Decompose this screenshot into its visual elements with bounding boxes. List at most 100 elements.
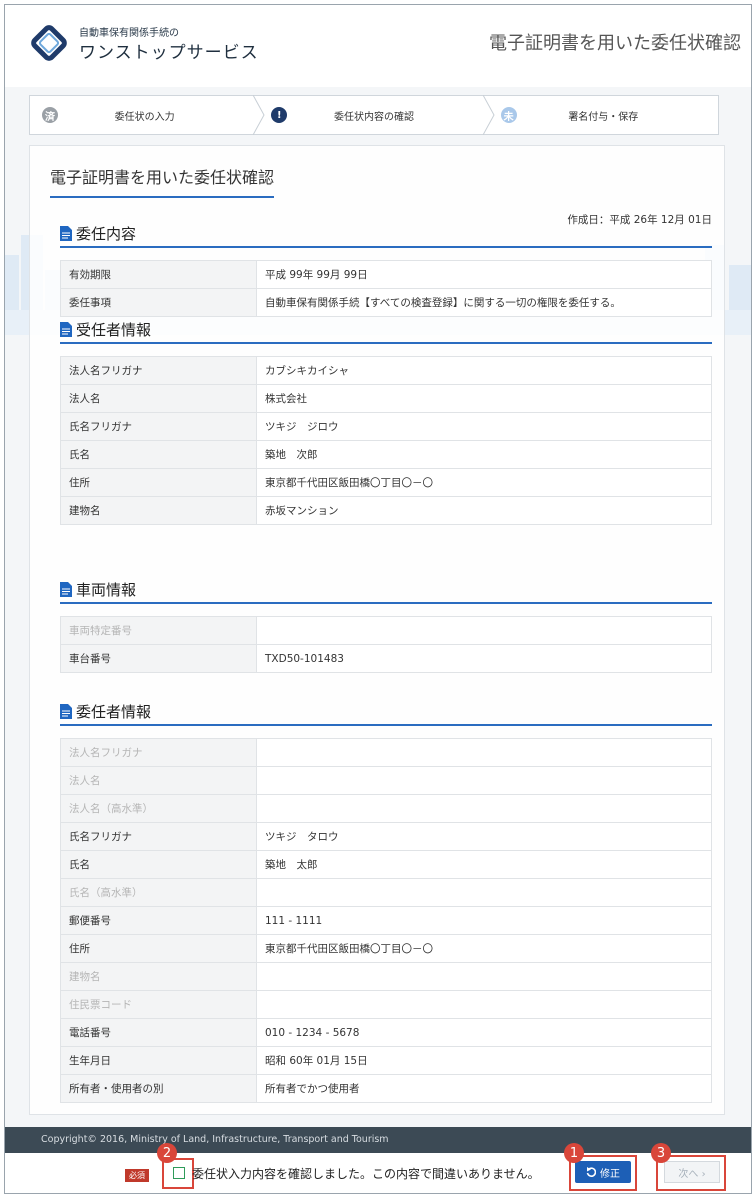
- row-value: 平成 99年 99月 99日: [256, 260, 712, 289]
- row-value: [256, 962, 712, 991]
- section-principal: 委任者情報 法人名フリガナ 法人名 法人名（高水準） 氏名フリガナ ツキジ タロウ…: [60, 698, 712, 1103]
- step-label: 署名付与・保存: [568, 111, 639, 123]
- step-sign: 未 署名付与・保存: [489, 96, 718, 134]
- row-value: [256, 990, 712, 1019]
- page-frame: 自動車保有関係手続の ワンストップサービス 電子証明書を用いた委任状確認 済 委…: [4, 4, 752, 1194]
- row-value: 010 - 1234 - 5678: [256, 1018, 712, 1047]
- row-label: 法人名: [60, 766, 257, 795]
- table-row: 氏名フリガナ ツキジ ジロウ: [60, 412, 712, 441]
- row-value: [256, 794, 712, 823]
- panel-title: 電子証明書を用いた委任状確認: [50, 164, 275, 198]
- table-row: 法人名フリガナ カブシキカイシャ: [60, 356, 712, 385]
- row-label: 建物名: [60, 496, 257, 525]
- required-badge: 必須: [125, 1169, 149, 1182]
- table-row: 氏名（高水準）: [60, 878, 712, 907]
- row-label: 法人名（高水準）: [60, 794, 257, 823]
- step-input: 済 委任状の入力: [30, 95, 265, 135]
- row-value: [256, 738, 712, 767]
- document-icon: [60, 703, 72, 719]
- table-row: 氏名フリガナ ツキジ タロウ: [60, 822, 712, 851]
- confirm-checkbox[interactable]: [173, 1167, 185, 1179]
- table-row: 所有者・使用者の別 所有者でかつ使用者: [60, 1074, 712, 1103]
- table-row: 車台番号 TXD50-101483: [60, 644, 712, 673]
- footer-copyright: Copyright© 2016, Ministry of Land, Infra…: [5, 1127, 751, 1153]
- annotation-badge-1: 1: [564, 1143, 584, 1163]
- logo-subtitle: 自動車保有関係手続の: [79, 28, 179, 39]
- vehicle-table: 車両特定番号 車台番号 TXD50-101483: [60, 616, 712, 673]
- row-label: 生年月日: [60, 1046, 257, 1075]
- row-value: TXD50-101483: [256, 644, 712, 673]
- row-label: 法人名フリガナ: [60, 738, 257, 767]
- document-icon: [60, 581, 72, 597]
- next-button[interactable]: 次へ ›: [664, 1161, 720, 1183]
- document-icon: [60, 225, 72, 241]
- section-mandate: 委任内容 有効期限 平成 99年 99月 99日 委任事項 自動車保有関係手続【すべ…: [60, 220, 712, 317]
- mandate-table: 有効期限 平成 99年 99月 99日 委任事項 自動車保有関係手続【すべての検査登…: [60, 260, 712, 317]
- table-row: 法人名 株式会社: [60, 384, 712, 413]
- table-row: 建物名: [60, 962, 712, 991]
- row-value: 築地 次郎: [256, 440, 712, 469]
- annotation-badge-3: 3: [651, 1143, 671, 1163]
- table-row: 法人名（高水準）: [60, 794, 712, 823]
- section-vehicle: 車両情報 車両特定番号 車台番号 TXD50-101483: [60, 576, 712, 673]
- row-label: 氏名フリガナ: [60, 822, 257, 851]
- table-row: 生年月日 昭和 60年 01月 15日: [60, 1046, 712, 1075]
- row-value: 築地 太郎: [256, 850, 712, 879]
- table-row: 建物名 赤坂マンション: [60, 496, 712, 525]
- action-bar: 必須 委任状入力内容を確認しました。この内容で間違いありません。 修正 次へ ›…: [5, 1143, 751, 1193]
- row-value: 所有者でかつ使用者: [256, 1074, 712, 1103]
- row-label: 住民票コード: [60, 990, 257, 1019]
- step-confirm: ! 委任状内容の確認: [259, 95, 495, 135]
- section-heading: 委任内容: [60, 220, 712, 248]
- row-label: 所有者・使用者の別: [60, 1074, 257, 1103]
- section-heading: 受任者情報: [60, 316, 712, 344]
- table-row: 氏名 築地 太郎: [60, 850, 712, 879]
- section-agent: 受任者情報 法人名フリガナ カブシキカイシャ 法人名 株式会社 氏名フリガナ ツキジ …: [60, 316, 712, 525]
- row-value: 株式会社: [256, 384, 712, 413]
- table-row: 法人名フリガナ: [60, 738, 712, 767]
- row-label: 氏名（高水準）: [60, 878, 257, 907]
- agent-table: 法人名フリガナ カブシキカイシャ 法人名 株式会社 氏名フリガナ ツキジ ジロウ 氏名…: [60, 356, 712, 525]
- row-label: 有効期限: [60, 260, 257, 289]
- row-value: 赤坂マンション: [256, 496, 712, 525]
- row-value: [256, 878, 712, 907]
- progress-steps: 済 委任状の入力 ! 委任状内容の確認 未 署名付与・保存: [29, 95, 719, 135]
- row-value: ツキジ ジロウ: [256, 412, 712, 441]
- document-icon: [60, 321, 72, 337]
- section-heading-text: 委任内容: [76, 224, 137, 243]
- row-value: 東京都千代田区飯田橋〇丁目〇－〇: [256, 468, 712, 497]
- table-row: 法人名: [60, 766, 712, 795]
- row-value: ツキジ タロウ: [256, 822, 712, 851]
- header: 自動車保有関係手続の ワンストップサービス 電子証明書を用いた委任状確認: [5, 5, 751, 87]
- logo-title: ワンストップサービス: [79, 43, 259, 63]
- row-label: 法人名: [60, 384, 257, 413]
- row-value: カブシキカイシャ: [256, 356, 712, 385]
- table-row: 電話番号 010 - 1234 - 5678: [60, 1018, 712, 1047]
- row-label: 建物名: [60, 962, 257, 991]
- row-label: 氏名: [60, 850, 257, 879]
- section-heading-text: 受任者情報: [76, 320, 152, 339]
- section-heading: 委任者情報: [60, 698, 712, 726]
- step-label: 委任状の入力: [114, 111, 175, 123]
- edit-button[interactable]: 修正: [575, 1161, 631, 1183]
- step-label: 委任状内容の確認: [333, 111, 414, 123]
- row-label: 住所: [60, 934, 257, 963]
- annotation-badge-2: 2: [157, 1143, 177, 1163]
- table-row: 住所 東京都千代田区飯田橋〇丁目〇－〇: [60, 934, 712, 963]
- confirm-checkbox-label[interactable]: 委任状入力内容を確認しました。この内容で間違いありません。: [192, 1165, 540, 1182]
- section-heading-text: 委任者情報: [76, 702, 152, 721]
- principal-table: 法人名フリガナ 法人名 法人名（高水準） 氏名フリガナ ツキジ タロウ 氏名 築地 …: [60, 738, 712, 1103]
- table-row: 車両特定番号: [60, 616, 712, 645]
- row-label: 車両特定番号: [60, 616, 257, 645]
- main-panel: 電子証明書を用いた委任状確認 作成日：平成 26年 12月 01日 委任内容 有…: [29, 145, 725, 1115]
- row-value: [256, 616, 712, 645]
- table-row: 郵便番号 111 - 1111: [60, 906, 712, 935]
- table-row: 委任事項 自動車保有関係手続【すべての検査登録】に関する一切の権限を委任する。: [60, 288, 712, 317]
- logo-icon: [31, 25, 67, 61]
- edit-button-label: 修正: [600, 1168, 620, 1180]
- row-value: 昭和 60年 01月 15日: [256, 1046, 712, 1075]
- row-value: [256, 766, 712, 795]
- table-row: 有効期限 平成 99年 99月 99日: [60, 260, 712, 289]
- table-row: 住民票コード: [60, 990, 712, 1019]
- row-value: 自動車保有関係手続【すべての検査登録】に関する一切の権限を委任する。: [256, 288, 712, 317]
